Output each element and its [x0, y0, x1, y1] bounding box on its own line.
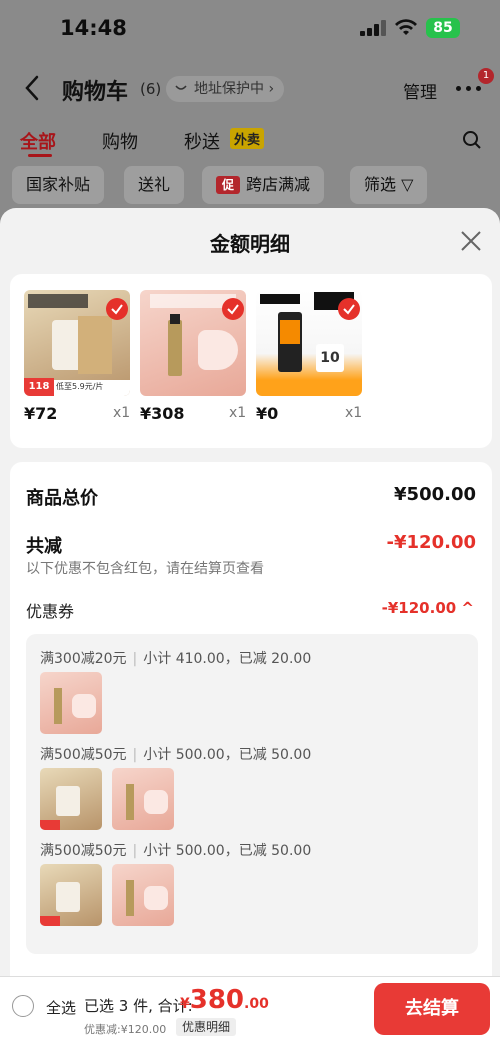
wifi-icon: [395, 19, 417, 35]
close-icon[interactable]: [458, 228, 484, 254]
checkout-button[interactable]: 去结算: [374, 983, 490, 1035]
coupon-subtotal: 小计 500.00，已减 50.00: [143, 747, 312, 763]
tab-bar: 全部 购物 秒送 外卖: [0, 124, 500, 164]
coupon-rule: 满300减20元: [40, 651, 127, 667]
product-qty: x1: [113, 405, 131, 421]
select-all-radio[interactable]: [12, 995, 34, 1017]
coupon-subtotal: 小计 410.00，已减 20.00: [143, 651, 312, 667]
address-protection-pill[interactable]: 地址保护中 ›: [166, 76, 285, 102]
manage-button[interactable]: 管理: [403, 78, 437, 103]
sheet-title: 金额明细: [210, 232, 290, 256]
product-thumb: [40, 768, 102, 830]
coupon-group: 满500减50元 | 小计 500.00，已减 50.00: [40, 744, 312, 830]
discount-note: 以下优惠不包含红包，请在结算页查看: [26, 561, 264, 577]
signal-icon: [360, 20, 386, 36]
savings-text: 优惠减:¥120.00: [84, 1023, 167, 1036]
coupon-rule: 满500减50元: [40, 843, 127, 859]
status-time: 14:48: [60, 16, 127, 40]
product-price: ¥0: [256, 404, 279, 423]
coupon-subtotal: 小计 500.00，已减 50.00: [143, 843, 312, 859]
cart-count: (6): [140, 80, 162, 98]
tab-underline: [28, 154, 52, 157]
chevron-up-icon: ^: [461, 599, 474, 617]
tab-shopping[interactable]: 购物: [102, 128, 138, 154]
total-value: ¥500.00: [394, 484, 476, 505]
search-icon[interactable]: [462, 130, 482, 150]
promo-icon: 促: [216, 176, 240, 194]
discount-value: -¥120.00: [386, 532, 476, 553]
navbar: 购物车 (6) 地址保护中 › 管理: [0, 66, 500, 112]
check-icon[interactable]: [106, 298, 128, 320]
amount-detail-sheet: 金额明细 118 低至5.9元/片 ¥72 x1 ¥308 x1 10 ¥0 x…: [0, 208, 500, 1040]
notification-badge: 1: [478, 68, 494, 84]
status-bar: 14:48 85: [0, 0, 500, 56]
chip-gift[interactable]: 送礼: [124, 166, 185, 204]
page-title: 购物车: [62, 80, 129, 105]
amount-breakdown: 商品总价 ¥500.00 共减 -¥120.00 以下优惠不包含红包，请在结算页…: [10, 462, 492, 1022]
product-thumb: [112, 864, 174, 926]
coupon-rule: 满500减50元: [40, 747, 127, 763]
battery-icon: 85: [426, 18, 460, 38]
product-thumb: [112, 768, 174, 830]
discount-label: 共减: [26, 536, 62, 557]
coupon-groups: 满300减20元 | 小计 410.00，已减 20.00 满500减50元 | 小计 …: [26, 634, 478, 954]
product-price: ¥72: [24, 404, 58, 423]
coupon-toggle[interactable]: -¥120.00 ^: [382, 599, 474, 617]
discount-detail-button[interactable]: 优惠明细: [176, 1018, 237, 1036]
tab-all[interactable]: 全部: [20, 128, 56, 154]
smile-icon: [175, 85, 187, 90]
product-price: ¥308: [140, 404, 185, 423]
check-icon[interactable]: [338, 298, 360, 320]
coupon-group: 满500减50元 | 小计 500.00，已减 50.00: [40, 840, 312, 926]
coupon-label: 优惠券: [26, 602, 75, 621]
coupon-group: 满300减20元 | 小计 410.00，已减 20.00: [40, 648, 312, 734]
takeout-tag: 外卖: [230, 128, 265, 149]
select-all-label[interactable]: 全选: [46, 997, 76, 1018]
total-label: 商品总价: [26, 488, 98, 509]
checkout-bar: 全选 已选 3 件, 合计: ¥380.00 优惠减:¥120.00 优惠明细 …: [0, 976, 500, 1040]
chip-cross-store[interactable]: 促跨店满减: [202, 166, 325, 204]
product-qty: x1: [345, 405, 363, 421]
product-thumb: [40, 672, 102, 734]
product-qty: x1: [229, 405, 247, 421]
product-thumb: [40, 864, 102, 926]
chip-filter[interactable]: 筛选 ▽: [350, 166, 428, 204]
chip-national-subsidy[interactable]: 国家补贴: [12, 166, 105, 204]
product-list: 118 低至5.9元/片 ¥72 x1 ¥308 x1 10 ¥0 x1: [10, 274, 492, 448]
selected-count: 已选 3 件, 合计:: [84, 997, 193, 1015]
back-arrow-icon[interactable]: [22, 74, 44, 102]
filter-chips: 国家补贴 送礼 促跨店满减 筛选 ▽: [0, 166, 500, 206]
filter-icon: ▽: [401, 175, 414, 194]
more-icon[interactable]: [456, 82, 482, 92]
tab-express[interactable]: 秒送: [184, 128, 220, 154]
check-icon[interactable]: [222, 298, 244, 320]
total-amount: ¥380.00: [180, 985, 269, 1015]
